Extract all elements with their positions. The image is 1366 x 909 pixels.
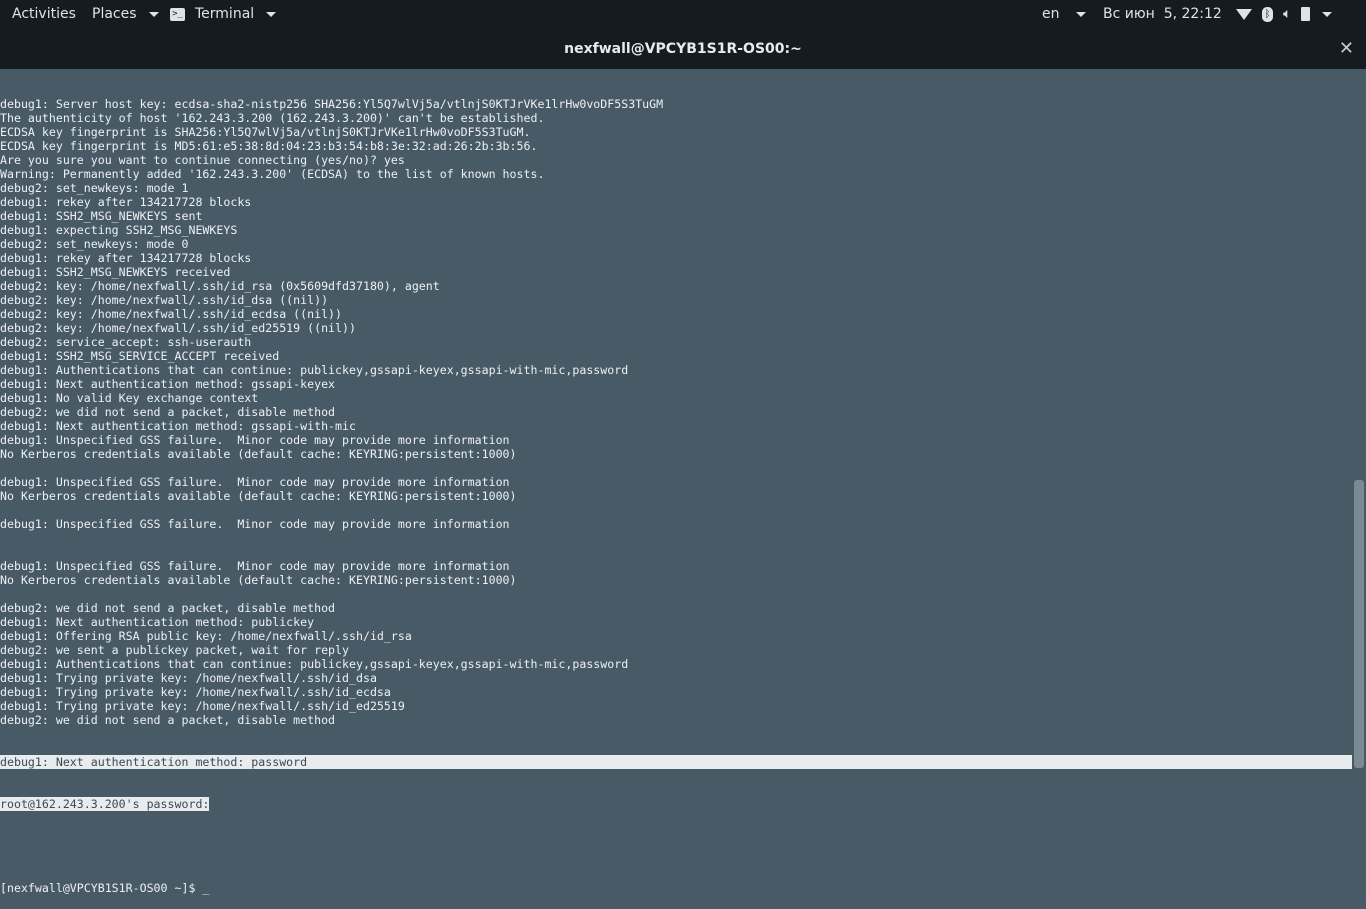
terminal-lines: debug1: Server host key: ecdsa-sha2-nist… (0, 97, 1352, 727)
cursor: _ (202, 881, 210, 895)
terminal-line: debug1: SSH2_MSG_NEWKEYS sent (0, 209, 203, 223)
scrollbar-thumb[interactable] (1354, 480, 1364, 768)
terminal-line: ECDSA key fingerprint is SHA256:Yl5Q7wlV… (0, 125, 531, 139)
terminal-line: debug2: we did not send a packet, disabl… (0, 713, 336, 727)
terminal-line: debug1: Unspecified GSS failure. Minor c… (0, 433, 510, 447)
chevron-down-icon (1322, 11, 1333, 17)
terminal-app-menu[interactable]: >_ Terminal (170, 6, 277, 22)
scrollbar[interactable] (1352, 69, 1366, 768)
terminal-line: debug1: Unspecified GSS failure. Minor c… (0, 475, 510, 489)
terminal-line: debug1: rekey after 134217728 blocks (0, 251, 252, 265)
terminal-line: No Kerberos credentials available (defau… (0, 489, 517, 503)
places-menu[interactable]: Places (92, 6, 159, 22)
terminal-line: debug1: rekey after 134217728 blocks (0, 195, 252, 209)
terminal-line: debug1: Trying private key: /home/nexfwa… (0, 685, 391, 699)
terminal-line: debug1: Next authentication method: gssa… (0, 377, 336, 391)
top-bar: Activities Places >_ Terminal en Вс июн … (0, 0, 1366, 29)
chevron-down-icon (148, 11, 159, 17)
terminal-line: Are you sure you want to continue connec… (0, 153, 405, 167)
terminal-line: debug2: key: /home/nexfwall/.ssh/id_ecds… (0, 307, 343, 321)
chevron-down-icon (1075, 11, 1086, 17)
terminal-line: debug1: No valid Key exchange context (0, 391, 259, 405)
terminal-line: debug1: SSH2_MSG_SERVICE_ACCEPT received (0, 349, 280, 363)
bluetooth-icon: ᛒ (1262, 6, 1273, 22)
terminal-line: debug1: Authentications that can continu… (0, 363, 629, 377)
terminal-line: debug1: Authentications that can continu… (0, 657, 629, 671)
terminal-line: No Kerberos credentials available (defau… (0, 573, 517, 587)
language-menu[interactable]: en (1042, 6, 1086, 22)
terminal-line: No Kerberos credentials available (defau… (0, 447, 517, 461)
terminal-line: debug1: Server host key: ecdsa-sha2-nist… (0, 97, 664, 111)
wifi-icon (1236, 8, 1252, 20)
terminal-line: debug1: Unspecified GSS failure. Minor c… (0, 517, 510, 531)
chevron-down-icon (266, 11, 277, 17)
terminal-line: debug1: SSH2_MSG_NEWKEYS received (0, 265, 231, 279)
system-menu[interactable]: ᛒ 🔈︎ (1236, 6, 1333, 22)
clock-label: Вс июн 5, 22:12 (1103, 6, 1222, 22)
terminal-line: debug1: Next authentication method: gssa… (0, 419, 356, 433)
terminal-line: debug2: key: /home/nexfwall/.ssh/id_dsa … (0, 293, 329, 307)
terminal-line: debug2: key: /home/nexfwall/.ssh/id_ed25… (0, 321, 356, 335)
terminal-line: The authenticity of host '162.243.3.200 … (0, 111, 545, 125)
activities-label: Activities (12, 6, 76, 22)
battery-icon (1301, 7, 1311, 21)
terminal-line: debug1: Trying private key: /home/nexfwa… (0, 699, 405, 713)
terminal-line: Warning: Permanently added '162.243.3.20… (0, 167, 545, 181)
terminal-line: debug2: set_newkeys: mode 0 (0, 237, 189, 251)
terminal-line: debug1: Unspecified GSS failure. Minor c… (0, 559, 510, 573)
language-label: en (1042, 6, 1060, 22)
window-title: nexfwall@VPCYB1S1R-OS00:~ (564, 41, 802, 57)
terminal-icon: >_ (170, 7, 185, 21)
close-icon[interactable]: ✕ (1339, 38, 1354, 59)
terminal-line: debug1: Offering RSA public key: /home/n… (0, 629, 412, 643)
window-titlebar: nexfwall@VPCYB1S1R-OS00:~ ✕ (0, 29, 1366, 69)
volume-icon: 🔈︎ (1283, 6, 1292, 22)
terminal-output[interactable]: debug1: Server host key: ecdsa-sha2-nist… (0, 69, 1352, 895)
shell-prompt: [nexfwall@VPCYB1S1R-OS00 ~]$ (0, 881, 203, 895)
terminal-line: debug2: we sent a publickey packet, wait… (0, 643, 350, 657)
terminal-line: debug2: service_accept: ssh-userauth (0, 335, 252, 349)
terminal-line: debug1: expecting SSH2_MSG_NEWKEYS (0, 223, 238, 237)
terminal-line: debug2: we did not send a packet, disabl… (0, 405, 336, 419)
terminal-line: debug2: key: /home/nexfwall/.ssh/id_rsa … (0, 279, 440, 293)
terminal-line: debug1: Next authentication method: publ… (0, 615, 315, 629)
password-prompt: root@162.243.3.200's password: (0, 797, 210, 811)
terminal-line: ECDSA key fingerprint is MD5:61:e5:38:8d… (0, 139, 538, 153)
terminal-line: debug2: we did not send a packet, disabl… (0, 601, 336, 615)
terminal-line: debug2: set_newkeys: mode 1 (0, 181, 189, 195)
activities-button[interactable]: Activities (12, 6, 76, 22)
clock[interactable]: Вс июн 5, 22:12 (1103, 6, 1222, 22)
terminal-app-label: Terminal (195, 6, 255, 22)
places-label: Places (92, 6, 137, 22)
terminal-line: debug1: Trying private key: /home/nexfwa… (0, 671, 377, 685)
selected-line: debug1: Next authentication method: pass… (0, 755, 1352, 769)
